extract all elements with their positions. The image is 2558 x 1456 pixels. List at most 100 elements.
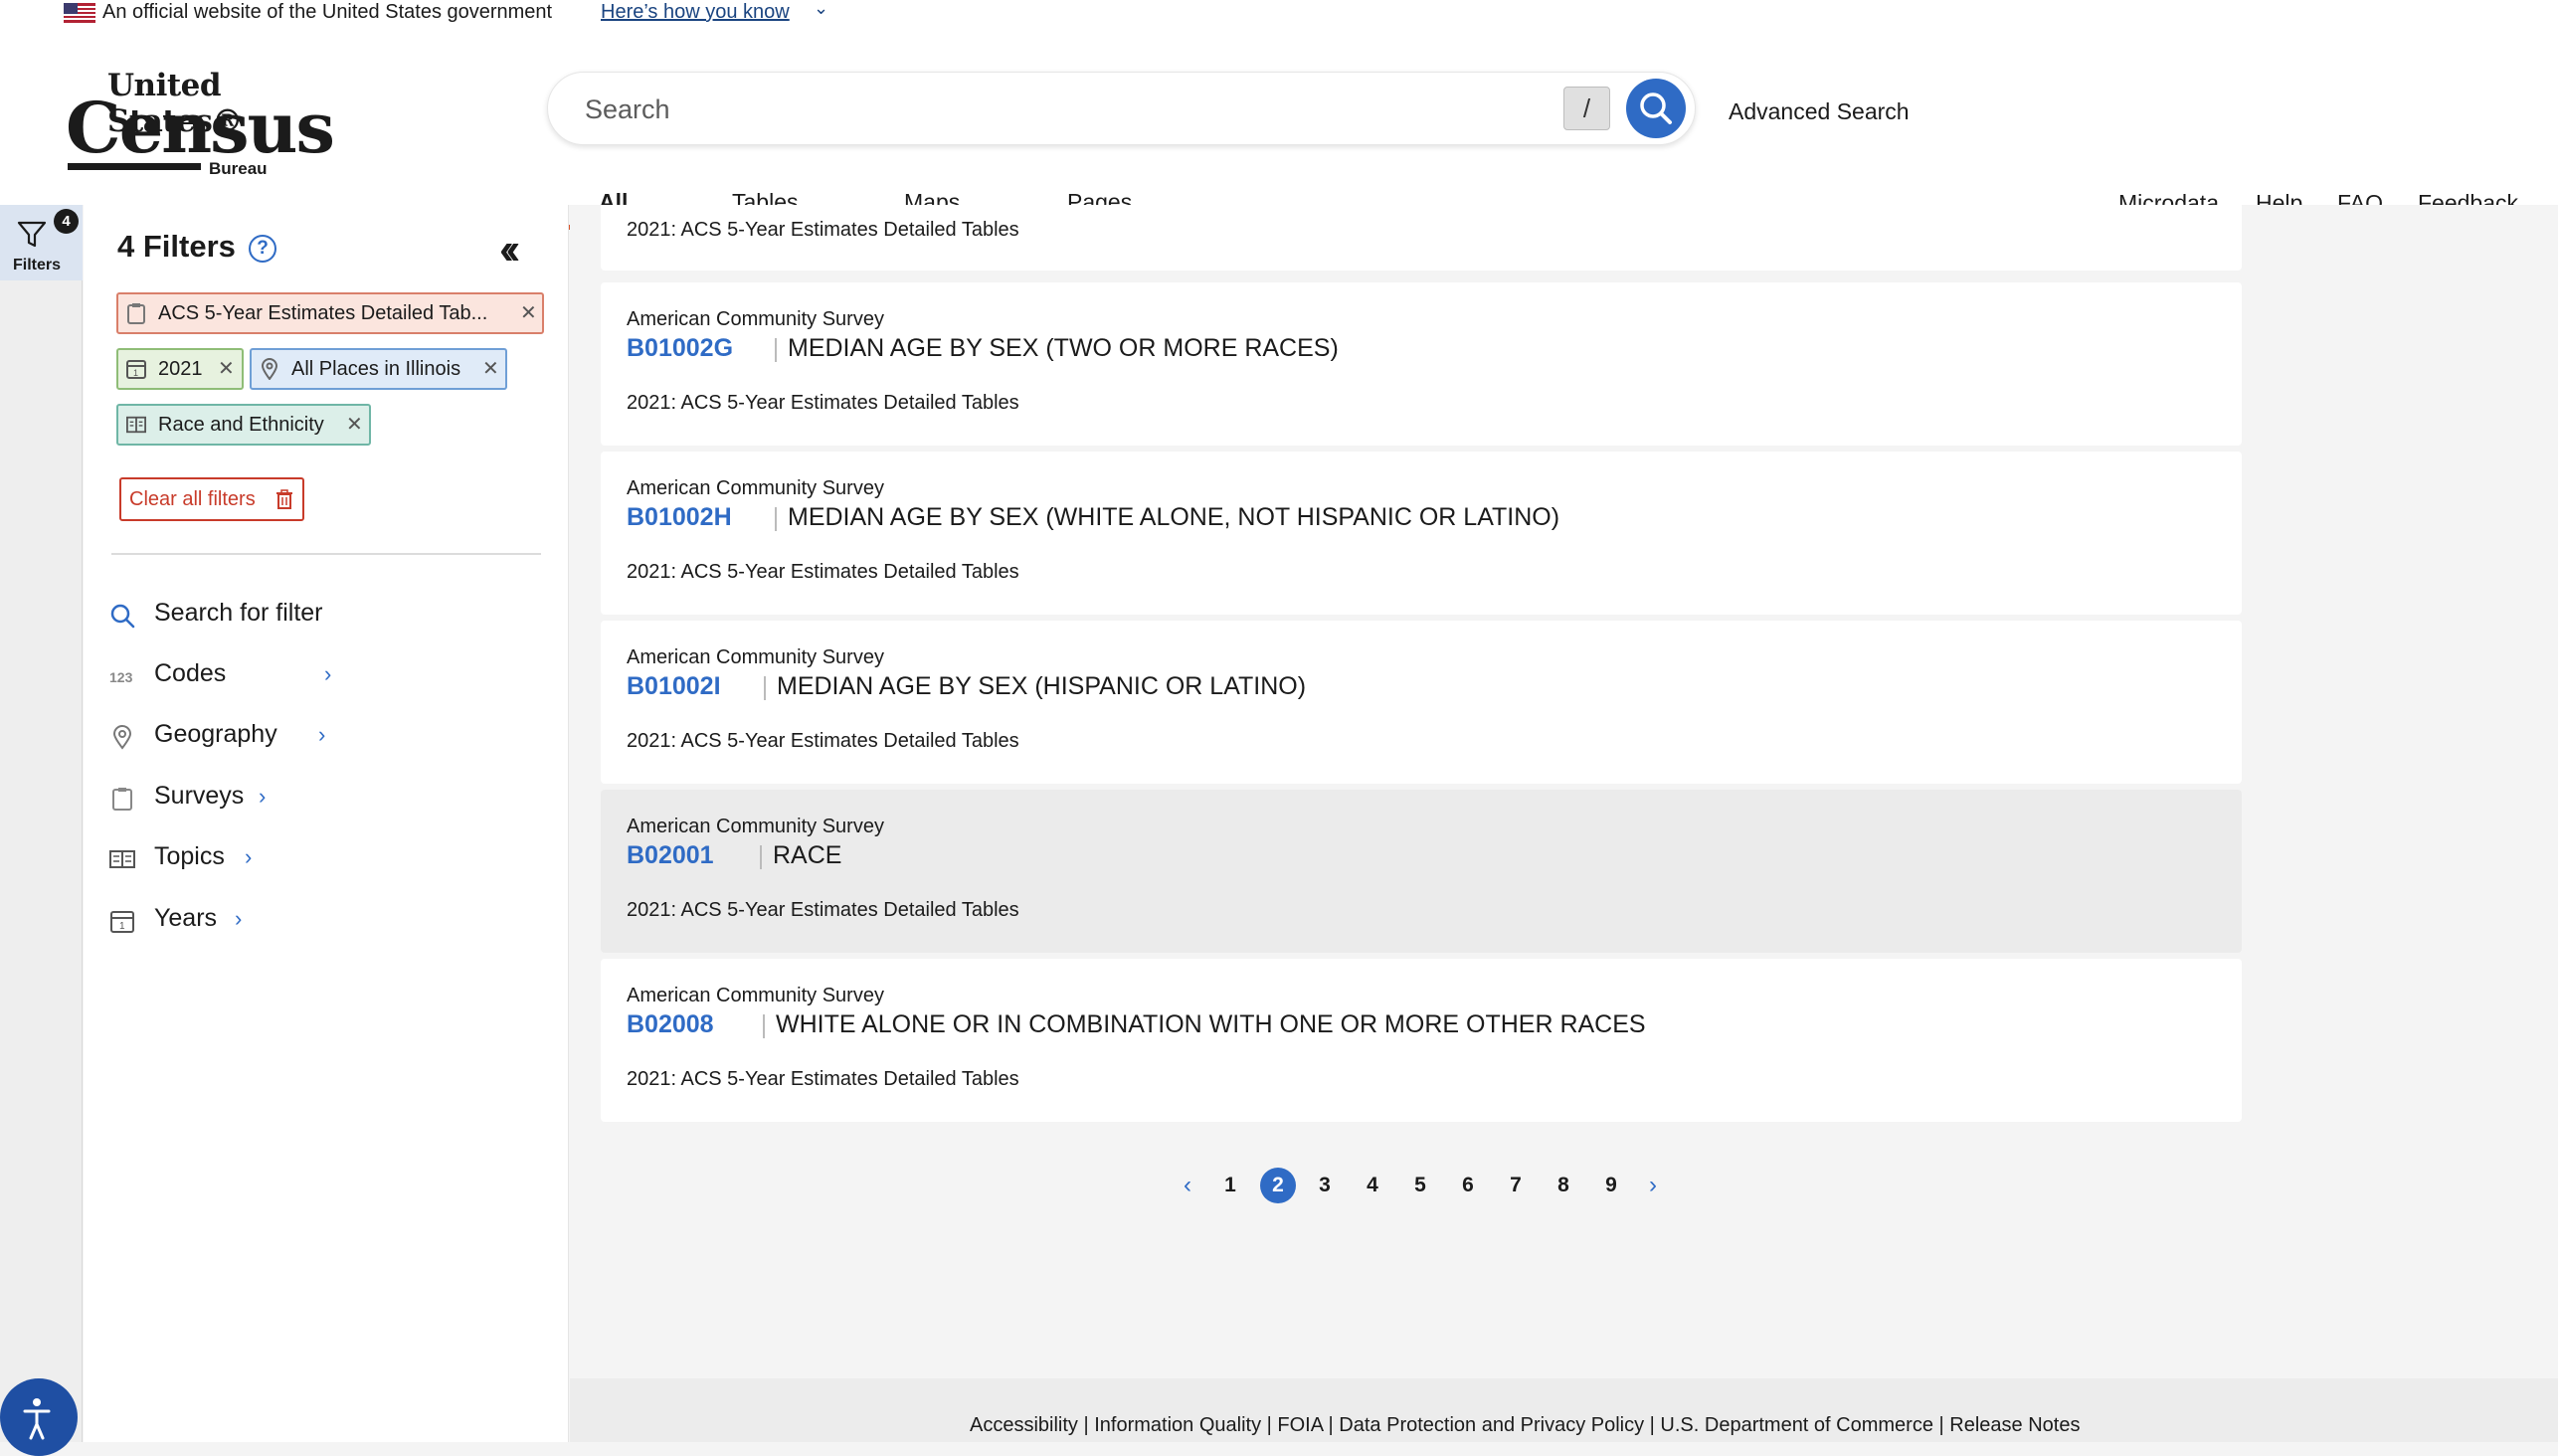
filters-title: 4 Filters: [117, 229, 236, 264]
separator: [775, 338, 777, 362]
svg-text:123: 123: [109, 669, 133, 685]
accessibility-icon: [23, 1398, 51, 1440]
filter-item-label: Codes: [154, 659, 227, 687]
result-card[interactable]: American Community Survey B02001 RACE 20…: [601, 790, 2242, 953]
search-icon: [1640, 92, 1672, 124]
search-input[interactable]: Search: [585, 94, 670, 125]
filter-chip-geography: All Places in Illinois ✕: [250, 348, 507, 390]
footer-link-release-notes[interactable]: Release Notes: [1949, 1414, 2080, 1436]
separator: [775, 507, 777, 531]
result-card[interactable]: American Community Survey B01002G MEDIAN…: [601, 282, 2242, 446]
census-logo[interactable]: United States® Census Bureau: [66, 68, 335, 187]
result-title[interactable]: MEDIAN AGE BY SEX (HISPANIC OR LATINO): [777, 672, 1306, 701]
filter-panel: 4 Filters ? ‹‹ ACS 5-Year Estimates Deta…: [84, 205, 569, 1442]
search-icon: [110, 604, 135, 629]
gov-banner-link[interactable]: Here’s how you know: [601, 1, 790, 24]
chevron-right-icon: ›: [318, 722, 326, 747]
result-code-link[interactable]: B02001: [627, 841, 714, 870]
help-icon[interactable]: ?: [249, 235, 276, 263]
calendar-icon: 1: [110, 911, 134, 933]
filter-count-badge: 4: [54, 209, 79, 234]
page-link[interactable]: 4: [1355, 1168, 1390, 1203]
map-pin-icon: [112, 725, 132, 750]
result-code-link[interactable]: B01002G: [627, 334, 733, 363]
footer-link-accessibility[interactable]: Accessibility: [970, 1414, 1078, 1436]
filter-item-label: Topics: [154, 842, 225, 870]
filter-item-label: Years: [154, 904, 218, 932]
filter-chip-label: ACS 5-Year Estimates Detailed Tab...: [158, 302, 488, 324]
result-meta: 2021: ACS 5-Year Estimates Detailed Tabl…: [627, 561, 1019, 583]
result-source: American Community Survey: [627, 477, 884, 499]
logo-bar: [68, 163, 201, 170]
page-link[interactable]: 3: [1307, 1168, 1343, 1203]
filter-item-label: Geography: [154, 720, 277, 748]
page-link[interactable]: 9: [1593, 1168, 1629, 1203]
result-source: American Community Survey: [627, 985, 884, 1006]
site-footer: Accessibility | Information Quality | FO…: [570, 1378, 2558, 1442]
left-rail: 4 Filters: [0, 205, 83, 1442]
logo-line3: Bureau: [209, 159, 268, 178]
clipboard-icon: [112, 788, 132, 811]
remove-chip-icon[interactable]: ✕: [346, 406, 363, 444]
footer-link-foia[interactable]: FOIA: [1277, 1414, 1323, 1436]
calendar-icon: 1: [126, 360, 146, 379]
result-title[interactable]: MEDIAN AGE BY SEX (WHITE ALONE, NOT HISP…: [788, 503, 1559, 532]
clear-all-filters-button[interactable]: Clear all filters: [119, 477, 304, 521]
page-link[interactable]: 5: [1402, 1168, 1438, 1203]
funnel-icon: [17, 221, 47, 248]
result-meta: 2021: ACS 5-Year Estimates Detailed Tabl…: [627, 392, 1019, 414]
page-link[interactable]: 6: [1450, 1168, 1486, 1203]
rail-filters-button[interactable]: 4 Filters: [0, 205, 83, 280]
rail-filters-label: Filters: [13, 257, 62, 273]
search-box: Search /: [547, 72, 1696, 145]
chevron-down-icon[interactable]: ⌄: [814, 0, 828, 19]
page-link[interactable]: 1: [1212, 1168, 1248, 1203]
result-meta: 2021: ACS 5-Year Estimates Detailed Tabl…: [627, 1068, 1019, 1090]
next-page-icon[interactable]: ›: [1635, 1168, 1671, 1203]
filter-chip-survey: ACS 5-Year Estimates Detailed Tab... ✕: [116, 292, 544, 334]
footer-link-privacy[interactable]: Data Protection and Privacy Policy: [1339, 1414, 1644, 1436]
result-card-partial[interactable]: 2021: ACS 5-Year Estimates Detailed Tabl…: [601, 205, 2242, 271]
separator: [760, 845, 762, 869]
result-source: American Community Survey: [627, 646, 884, 668]
remove-chip-icon[interactable]: ✕: [520, 294, 537, 332]
clear-all-filters-label: Clear all filters: [129, 488, 256, 510]
collapse-panel-icon[interactable]: ‹‹: [499, 225, 521, 274]
result-code-link[interactable]: B01002I: [627, 672, 721, 701]
result-code-link[interactable]: B02008: [627, 1010, 714, 1039]
trash-icon: [276, 489, 292, 509]
result-title[interactable]: RACE: [773, 841, 841, 870]
search-button[interactable]: [1626, 79, 1686, 138]
filter-item-label: Surveys: [154, 782, 245, 810]
result-source: American Community Survey: [627, 308, 884, 330]
remove-chip-icon[interactable]: ✕: [218, 350, 235, 388]
results-list: 2021: ACS 5-Year Estimates Detailed Tabl…: [570, 205, 2558, 1378]
result-code-link[interactable]: B01002H: [627, 503, 732, 532]
svg-text:1: 1: [119, 921, 125, 932]
prev-page-icon[interactable]: ‹: [1170, 1168, 1205, 1203]
pagination: ‹ 1 2 3 4 5 6 7 8 9 ›: [570, 1160, 2558, 1209]
clipboard-icon: [127, 303, 145, 324]
advanced-search-link[interactable]: Advanced Search: [1729, 98, 1910, 125]
logo-line2: Census: [66, 87, 335, 169]
search-shortcut-key: /: [1563, 87, 1610, 130]
us-flag-icon: [64, 3, 95, 23]
result-title[interactable]: MEDIAN AGE BY SEX (TWO OR MORE RACES): [788, 334, 1339, 363]
filter-chip-year: 1 2021 ✕: [116, 348, 244, 390]
book-icon: [109, 850, 135, 868]
chevron-right-icon: ›: [245, 844, 253, 869]
footer-link-commerce[interactable]: U.S. Department of Commerce: [1660, 1414, 1933, 1436]
footer-link-information-quality[interactable]: Information Quality: [1094, 1414, 1261, 1436]
result-card[interactable]: American Community Survey B01002H MEDIAN…: [601, 452, 2242, 615]
result-source: American Community Survey: [627, 816, 884, 837]
accessibility-button[interactable]: [0, 1378, 78, 1456]
filter-chip-label: Race and Ethnicity: [158, 414, 324, 436]
result-title[interactable]: WHITE ALONE OR IN COMBINATION WITH ONE O…: [776, 1010, 1646, 1039]
page-link[interactable]: 7: [1498, 1168, 1534, 1203]
result-meta: 2021: ACS 5-Year Estimates Detailed Tabl…: [627, 899, 1019, 921]
page-link-current[interactable]: 2: [1260, 1168, 1296, 1203]
result-card[interactable]: American Community Survey B02008 WHITE A…: [601, 959, 2242, 1122]
result-card[interactable]: American Community Survey B01002I MEDIAN…: [601, 621, 2242, 784]
page-link[interactable]: 8: [1546, 1168, 1581, 1203]
remove-chip-icon[interactable]: ✕: [482, 350, 499, 388]
